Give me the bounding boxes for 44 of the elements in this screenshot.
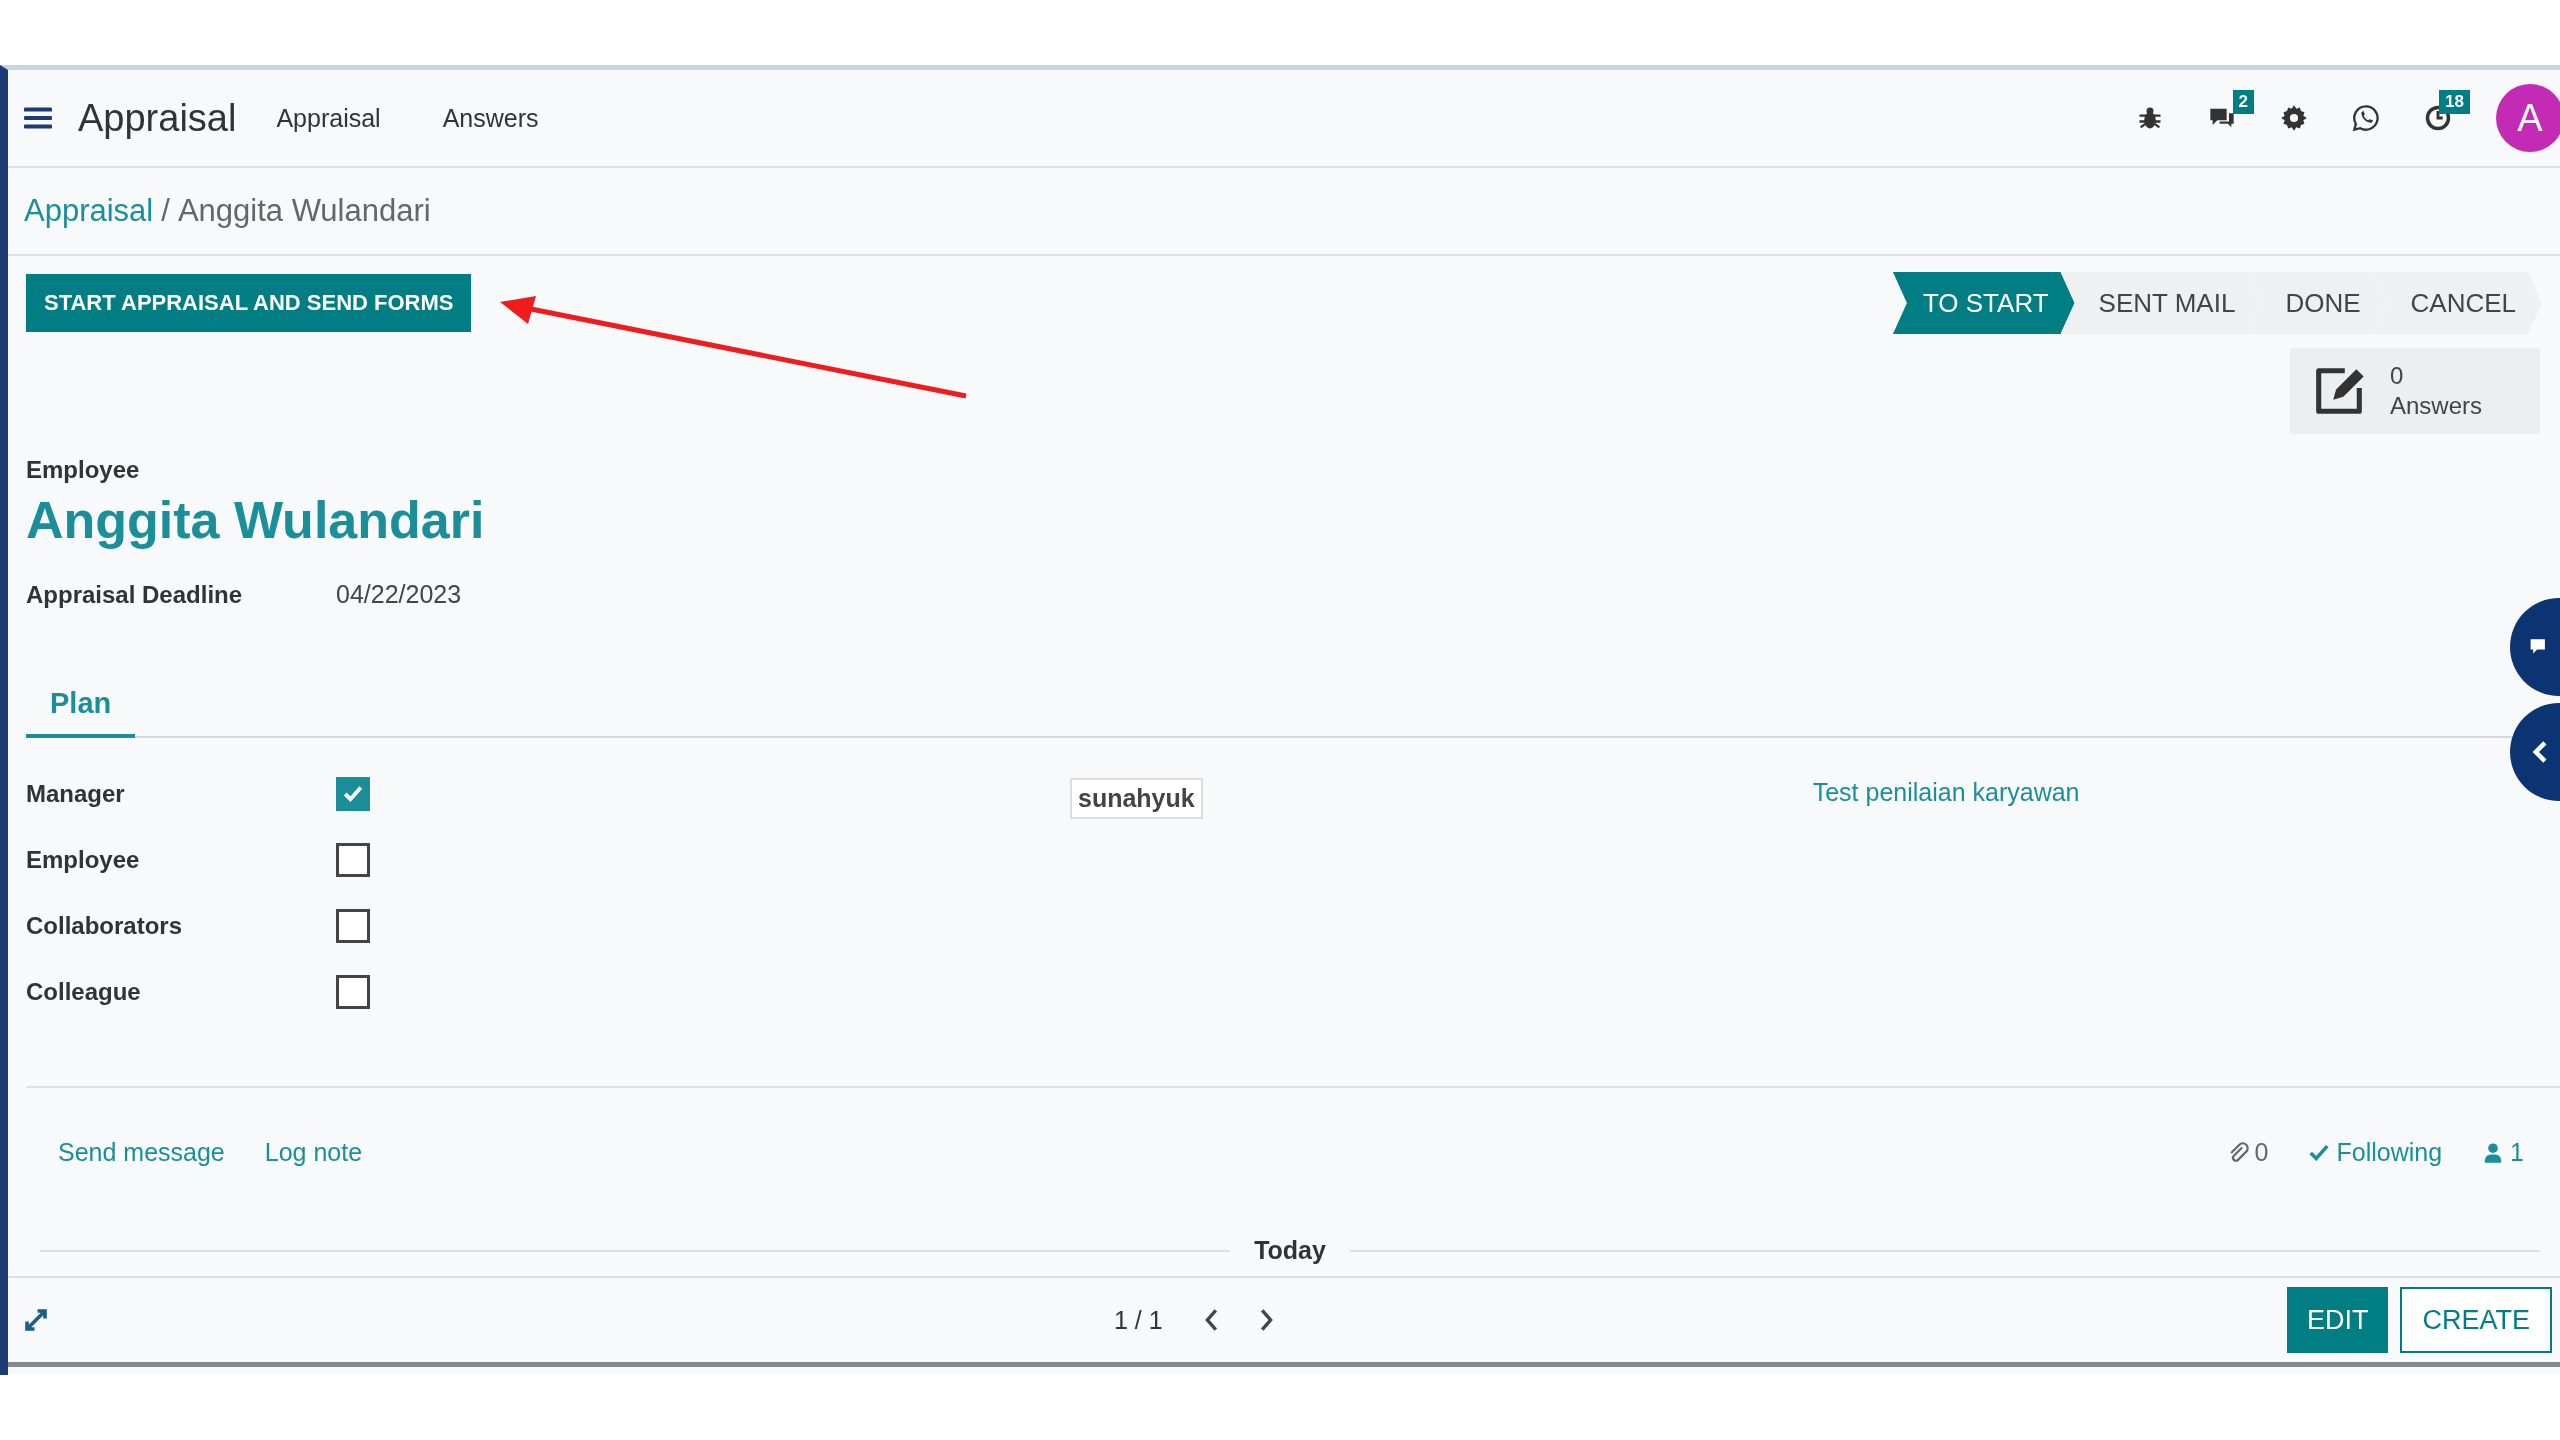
- date-separator: Today: [1254, 1236, 1326, 1265]
- checkbox[interactable]: [336, 975, 370, 1009]
- attachments-button[interactable]: 0: [2226, 1138, 2269, 1167]
- breadcrumb-current: Anggita Wulandari: [177, 193, 431, 229]
- status-stage[interactable]: DONE: [2247, 272, 2387, 334]
- breadcrumb-separator: /: [161, 193, 170, 229]
- phone-bubble-icon[interactable]: [2352, 104, 2380, 132]
- field-label: Appraisal Deadline: [26, 580, 244, 609]
- checkbox[interactable]: [336, 843, 370, 877]
- field-label: Collaborators: [26, 912, 184, 940]
- app-title: Appraisal: [78, 96, 237, 140]
- menu-item[interactable]: Answers: [442, 103, 539, 133]
- chatter-link[interactable]: Send message: [58, 1138, 225, 1167]
- followers-button[interactable]: 1: [2482, 1138, 2524, 1167]
- status-stage[interactable]: CANCEL: [2372, 272, 2542, 334]
- start-appraisal-button[interactable]: START APPRAISAL AND SEND FORMS: [26, 274, 472, 332]
- user-avatar[interactable]: A: [2496, 84, 2560, 152]
- expand-icon[interactable]: [24, 1308, 48, 1332]
- message-count-badge: 2: [2232, 90, 2254, 114]
- following-button[interactable]: Following: [2308, 1138, 2443, 1167]
- breadcrumb-link[interactable]: Appraisal: [24, 193, 154, 229]
- field-label: Employee: [26, 846, 141, 874]
- field-label: Manager: [26, 780, 126, 808]
- employee-name: Anggita Wulandari: [26, 490, 486, 550]
- status-stage[interactable]: SENT MAIL: [2060, 272, 2262, 334]
- deadline-value: 04/22/2023: [336, 580, 462, 609]
- checkbox[interactable]: [336, 777, 370, 811]
- form-button[interactable]: EDIT: [2286, 1287, 2389, 1353]
- field-label: Employee: [26, 456, 141, 484]
- chatter-link[interactable]: Log note: [264, 1138, 363, 1167]
- tab[interactable]: Plan: [26, 673, 136, 738]
- next-icon[interactable]: [1258, 1308, 1275, 1332]
- menu-icon[interactable]: [24, 106, 52, 130]
- settings-icon[interactable]: [2280, 104, 2308, 132]
- checkbox[interactable]: [336, 909, 370, 943]
- form-button[interactable]: CREATE: [2400, 1287, 2552, 1353]
- survey-link[interactable]: Test penilaian karyawan: [1812, 778, 2080, 807]
- field-label: Colleague: [26, 978, 142, 1006]
- status-stage[interactable]: TO START: [1892, 272, 2075, 334]
- activity-count-badge: 18: [2439, 90, 2470, 114]
- manager-tag: sunahyuk: [1070, 778, 1203, 819]
- answers-button[interactable]: 0 Answers: [2289, 348, 2540, 434]
- menu-item[interactable]: Appraisal: [276, 103, 381, 133]
- pager-value: 1 / 1: [1114, 1305, 1163, 1335]
